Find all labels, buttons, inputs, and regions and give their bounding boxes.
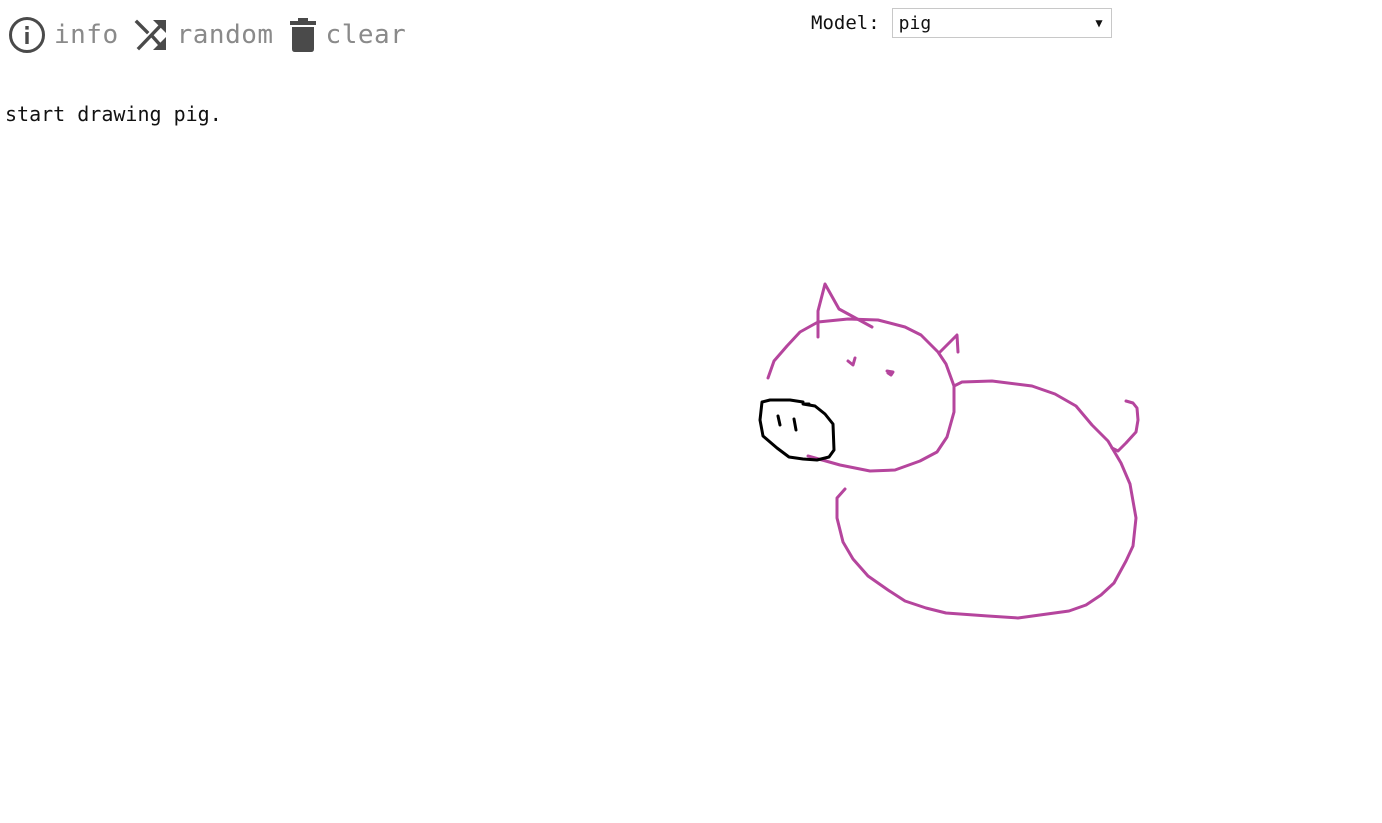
model-label: Model:: [811, 12, 880, 34]
pig-left-ear-stroke: [816, 282, 874, 339]
pig-tail-stroke: [1110, 399, 1140, 453]
pig-right-ear-stroke: [938, 333, 960, 354]
pig-left-eye-stroke: [846, 356, 857, 367]
user-snout-sketch: [758, 398, 836, 462]
info-button[interactable]: info: [8, 16, 119, 54]
chevron-down-icon: ▼: [1095, 16, 1103, 30]
pig-head-stroke: [766, 317, 956, 473]
info-icon: [9, 17, 45, 53]
model-selector: Model: pig ▼: [811, 8, 1112, 38]
info-label: info: [54, 20, 119, 50]
pig-right-eye-stroke: [885, 369, 895, 377]
shuffle-icon: [134, 19, 166, 51]
drawing-canvas[interactable]: [0, 130, 1382, 823]
nostril-right-stroke: [792, 417, 798, 432]
generated-pig-sketch: [766, 282, 1140, 620]
toolbar: info random clear: [8, 14, 420, 56]
model-selected-value: pig: [898, 12, 932, 34]
model-dropdown[interactable]: pig ▼: [891, 8, 1112, 38]
trash-icon: [289, 18, 316, 52]
status-message: start drawing pig.: [5, 102, 222, 126]
nostril-left-stroke: [776, 414, 782, 427]
clear-button[interactable]: clear: [288, 17, 407, 53]
clear-label: clear: [325, 20, 407, 50]
random-label: random: [176, 20, 274, 50]
random-button[interactable]: random: [133, 17, 274, 53]
pig-body-stroke: [835, 379, 1138, 620]
